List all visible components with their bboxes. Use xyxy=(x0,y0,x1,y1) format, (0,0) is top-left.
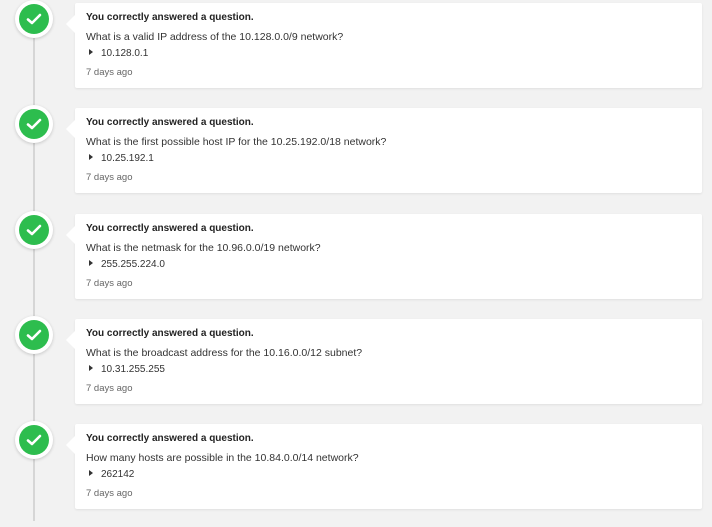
caret-right-icon xyxy=(89,470,93,476)
timestamp: 7 days ago xyxy=(86,383,133,394)
card-title: You correctly answered a question. xyxy=(86,12,254,23)
question-text: What is the netmask for the 10.96.0.0/19… xyxy=(86,242,321,254)
question-text: What is the broadcast address for the 10… xyxy=(86,347,363,359)
caret-right-icon xyxy=(89,154,93,160)
success-badge xyxy=(15,316,53,354)
success-badge xyxy=(15,421,53,459)
success-badge xyxy=(15,211,53,249)
answer-toggle[interactable]: 10.31.255.255 xyxy=(89,364,165,375)
answer-text: 10.25.192.1 xyxy=(101,153,154,164)
timeline-entry: You correctly answered a question. What … xyxy=(0,105,712,211)
badge-circle xyxy=(19,320,49,350)
card-title: You correctly answered a question. xyxy=(86,433,254,444)
question-text: What is a valid IP address of the 10.128… xyxy=(86,31,344,43)
timestamp: 7 days ago xyxy=(86,67,133,78)
activity-card: You correctly answered a question. What … xyxy=(66,214,702,299)
success-badge xyxy=(15,0,53,38)
question-text: How many hosts are possible in the 10.84… xyxy=(86,452,359,464)
checkmark-icon xyxy=(26,329,42,341)
card-title: You correctly answered a question. xyxy=(86,328,254,339)
caret-right-icon xyxy=(89,49,93,55)
answer-toggle[interactable]: 262142 xyxy=(89,469,134,480)
card-pointer xyxy=(66,226,75,244)
badge-circle xyxy=(19,425,49,455)
timeline-entry: You correctly answered a question. What … xyxy=(0,316,712,422)
caret-right-icon xyxy=(89,260,93,266)
answer-toggle[interactable]: 10.128.0.1 xyxy=(89,48,148,59)
timestamp: 7 days ago xyxy=(86,172,133,183)
card-pointer xyxy=(66,436,75,454)
card-title: You correctly answered a question. xyxy=(86,223,254,234)
timeline-entry: You correctly answered a question. What … xyxy=(0,211,712,317)
timestamp: 7 days ago xyxy=(86,488,133,499)
checkmark-icon xyxy=(26,224,42,236)
badge-circle xyxy=(19,109,49,139)
checkmark-icon xyxy=(26,434,42,446)
answer-text: 10.31.255.255 xyxy=(101,364,165,375)
timeline-entry: You correctly answered a question. What … xyxy=(0,0,712,106)
answer-text: 255.255.224.0 xyxy=(101,259,165,270)
activity-card: You correctly answered a question. How m… xyxy=(66,424,702,509)
caret-right-icon xyxy=(89,365,93,371)
activity-card: You correctly answered a question. What … xyxy=(66,319,702,404)
answer-toggle[interactable]: 10.25.192.1 xyxy=(89,153,154,164)
timestamp: 7 days ago xyxy=(86,278,133,289)
checkmark-icon xyxy=(26,13,42,25)
card-pointer xyxy=(66,331,75,349)
card-title: You correctly answered a question. xyxy=(86,117,254,128)
timeline-entry: You correctly answered a question. How m… xyxy=(0,421,712,527)
answer-toggle[interactable]: 255.255.224.0 xyxy=(89,259,165,270)
success-badge xyxy=(15,105,53,143)
answer-text: 262142 xyxy=(101,469,135,480)
question-text: What is the first possible host IP for t… xyxy=(86,136,387,148)
badge-circle xyxy=(19,215,49,245)
card-pointer xyxy=(66,15,75,33)
activity-card: You correctly answered a question. What … xyxy=(66,3,702,88)
badge-circle xyxy=(19,4,49,34)
card-pointer xyxy=(66,120,75,138)
answer-text: 10.128.0.1 xyxy=(101,48,149,59)
checkmark-icon xyxy=(26,118,42,130)
activity-card: You correctly answered a question. What … xyxy=(66,108,702,193)
